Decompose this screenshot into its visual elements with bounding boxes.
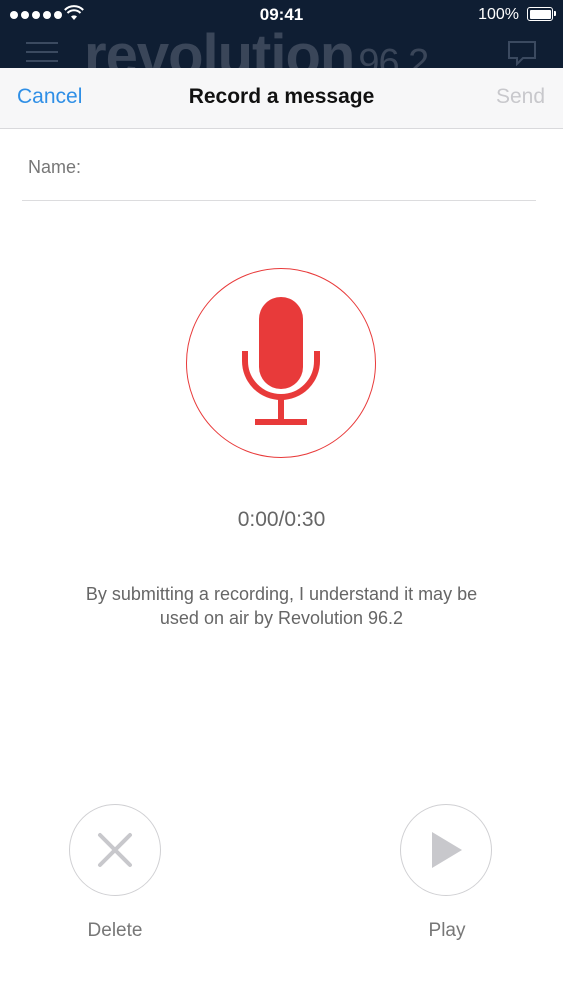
app-header: revolution 96.2 (0, 30, 563, 68)
name-row: Name: (22, 129, 536, 201)
hamburger-icon (26, 42, 58, 64)
disclaimer-text: By submitting a recording, I understand … (85, 584, 478, 628)
name-input[interactable] (94, 151, 536, 183)
record-message-modal: Cancel Record a message Send Name: 0:00/… (0, 68, 563, 1000)
delete-label: Delete (87, 920, 143, 941)
brand-logo: revolution 96.2 (84, 30, 429, 68)
brand-frequency: 96.2 (358, 42, 429, 68)
nav-bar: Cancel Record a message Send (0, 68, 563, 129)
brand-name: revolution (84, 30, 355, 68)
status-bar: 09:41 100% (0, 0, 563, 30)
send-button[interactable]: Send (496, 85, 545, 109)
play-button[interactable] (400, 804, 492, 896)
close-icon (98, 833, 132, 867)
name-label: Name: (28, 157, 82, 177)
record-button[interactable] (186, 268, 376, 458)
chat-bubble-icon (508, 41, 536, 66)
microphone-icon (242, 297, 320, 425)
recording-timer: 0:00/0:30 (237, 508, 326, 531)
page-title: Record a message (188, 85, 375, 108)
play-icon (432, 832, 462, 868)
play-label: Play (428, 920, 466, 941)
battery-percent: 100% (478, 6, 519, 23)
battery-icon (527, 7, 556, 21)
delete-button[interactable] (69, 804, 161, 896)
